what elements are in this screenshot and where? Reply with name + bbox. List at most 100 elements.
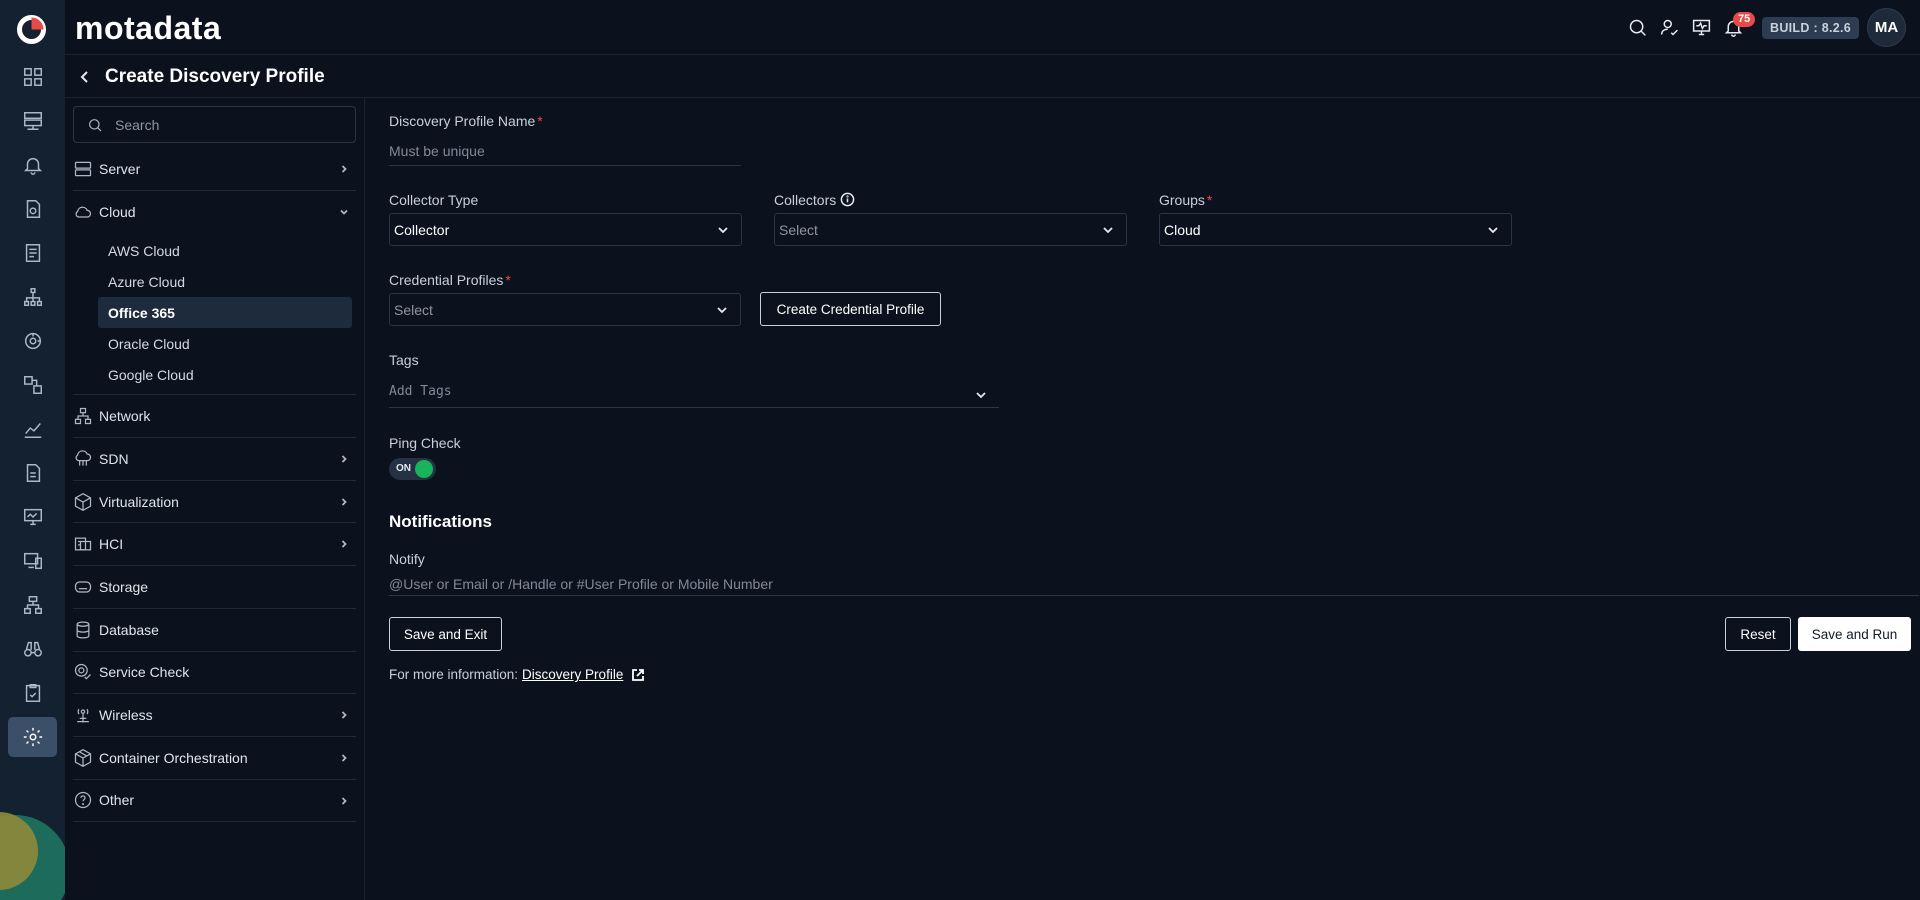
monitor-activity-icon[interactable] (1685, 12, 1717, 44)
required-marker: * (537, 113, 543, 129)
category-other[interactable]: Other (73, 780, 356, 823)
category-label: SDN (99, 450, 129, 467)
sub-item-oracle-cloud[interactable]: Oracle Cloud (98, 328, 352, 359)
help-circle-icon (73, 790, 93, 810)
chevron-down-icon (1102, 224, 1114, 236)
category-label: Wireless (99, 707, 153, 724)
sub-item-azure-cloud[interactable]: Azure Cloud (98, 266, 352, 297)
category-search (73, 106, 356, 143)
ping-check-toggle[interactable]: ON (389, 458, 436, 480)
collectors-select[interactable]: Select (774, 213, 1127, 246)
notify-label: Notify (389, 551, 425, 567)
alert-bell-icon[interactable] (8, 145, 57, 185)
apps-flow-icon[interactable] (8, 365, 57, 405)
audit-clipboard-icon[interactable] (8, 673, 57, 713)
category-sidebar: Server Cloud AWS CloudAzure CloudOffice 36… (65, 98, 365, 900)
sub-item-google-cloud[interactable]: Google Cloud (98, 359, 352, 390)
network-tree-icon[interactable] (8, 585, 57, 625)
groups-select[interactable]: Cloud (1159, 213, 1512, 246)
discovery-profile-form: Discovery Profile Name* Collector Type C… (389, 98, 1920, 900)
groups-label: Groups * (1159, 192, 1212, 208)
category-container-orchestration[interactable]: Container Orchestration (73, 737, 356, 780)
info-icon[interactable] (840, 192, 855, 207)
document-icon[interactable] (8, 453, 57, 493)
category-cloud[interactable]: Cloud (73, 191, 356, 234)
network-icon (73, 406, 93, 426)
chevron-right-icon (338, 496, 350, 508)
collector-type-label: Collector Type (389, 192, 479, 208)
collector-type-select[interactable]: Collector (389, 213, 742, 246)
metric-chart-icon[interactable] (8, 409, 57, 449)
user-check-icon[interactable] (1653, 12, 1685, 44)
cube-icon (73, 492, 93, 512)
profile-name-label-text: Discovery Profile Name (389, 113, 536, 129)
category-service-check[interactable]: Service Check (73, 652, 356, 695)
collector-type-value: Collector (394, 221, 450, 238)
external-link-icon[interactable] (631, 668, 645, 682)
user-avatar[interactable]: MA (1867, 8, 1906, 47)
save-and-exit-button[interactable]: Save and Exit (389, 617, 502, 651)
topology-icon[interactable] (8, 277, 57, 317)
tags-input[interactable]: Add Tags (389, 378, 999, 408)
chevron-right-icon (338, 163, 350, 175)
back-arrow-icon[interactable] (72, 64, 98, 90)
category-virtualization[interactable]: Virtualization (73, 481, 356, 524)
container-icon (73, 748, 93, 768)
inventory-icon[interactable] (8, 101, 57, 141)
chevron-down-icon[interactable] (975, 389, 987, 401)
required-marker: * (505, 272, 511, 288)
reset-button[interactable]: Reset (1725, 617, 1791, 651)
chevron-right-icon (338, 538, 350, 550)
category-server[interactable]: Server (73, 148, 356, 191)
page-title: Create Discovery Profile (105, 65, 325, 87)
profile-name-label: Discovery Profile Name * (389, 113, 543, 129)
category-storage[interactable]: Storage (73, 566, 356, 609)
category-hci[interactable]: HCI (73, 523, 356, 567)
category-network[interactable]: Network (73, 395, 356, 439)
notifications-bell-icon[interactable]: 75 (1717, 11, 1756, 44)
save-and-run-button[interactable]: Save and Run (1798, 617, 1911, 651)
sub-item-office-365[interactable]: Office 365 (98, 297, 352, 329)
server-icon (73, 159, 93, 179)
log-file-icon[interactable] (8, 189, 57, 229)
category-label: Container Orchestration (99, 749, 248, 766)
monitor-radar-icon[interactable] (8, 321, 57, 361)
profile-name-input[interactable] (389, 136, 741, 166)
collectors-label: Collectors (774, 192, 837, 208)
create-credential-profile-button[interactable]: Create Credential Profile (760, 292, 941, 326)
category-wireless[interactable]: Wireless (73, 694, 356, 737)
sub-item-aws-cloud[interactable]: AWS Cloud (98, 235, 352, 266)
search-icon[interactable] (1621, 12, 1653, 44)
credential-profiles-select[interactable]: Select (389, 293, 741, 326)
notify-divider (389, 595, 1919, 596)
screen-monitor-icon[interactable] (8, 497, 57, 537)
top-bar: motadata 75 BUILD : 8.2.6 MA (65, 0, 1920, 55)
category-label: Storage (99, 578, 149, 595)
chevron-down-icon (1487, 224, 1499, 236)
settings-gear-icon[interactable] (8, 717, 57, 757)
category-search-input[interactable] (115, 116, 335, 133)
category-label: Database (99, 621, 159, 638)
hci-icon (73, 534, 93, 554)
required-marker: * (1206, 192, 1213, 208)
service-check-icon (73, 662, 93, 682)
category-sdn[interactable]: SDN (73, 438, 356, 481)
notify-input[interactable] (389, 572, 1919, 596)
brand-wordmark: motadata (75, 10, 222, 46)
brand-logo[interactable]: motadata (75, 10, 221, 47)
discovery-profile-doc-link[interactable]: Discovery Profile (522, 667, 623, 682)
chevron-right-icon (338, 709, 350, 721)
report-document-icon[interactable] (8, 233, 57, 273)
page-header: Create Discovery Profile (65, 56, 1920, 98)
category-database[interactable]: Database (73, 609, 356, 652)
device-icon[interactable] (8, 541, 57, 581)
cloud-icon (73, 202, 93, 222)
binoculars-icon[interactable] (8, 629, 57, 669)
collectors-placeholder: Select (779, 221, 818, 238)
category-list: Server Cloud AWS Cloud Azure Cloud Office 36… (73, 148, 356, 823)
toggle-knob (415, 460, 433, 478)
dashboard-grid-icon[interactable] (8, 57, 57, 97)
logo-icon[interactable] (15, 13, 48, 46)
credential-profiles-label-text: Credential Profiles (389, 272, 504, 288)
chevron-down-icon (716, 304, 728, 316)
